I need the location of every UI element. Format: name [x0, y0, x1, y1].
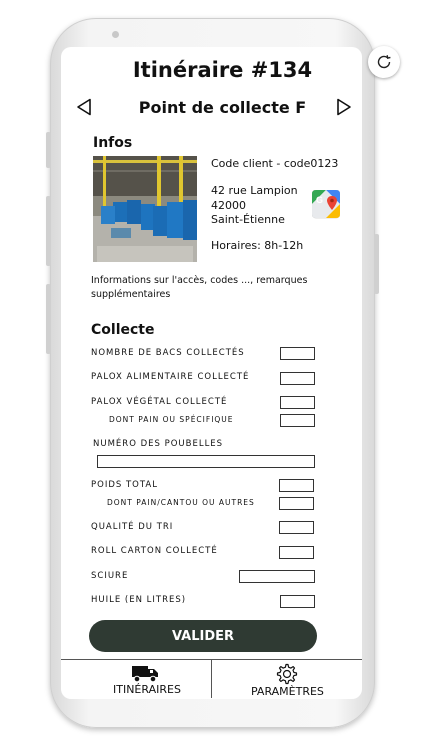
client-code: Code client - code0123: [211, 157, 339, 170]
phone-side-button: [46, 284, 51, 354]
site-photo: [93, 156, 197, 262]
tab-itineraires-label: ITINÉRAIRES: [113, 683, 181, 696]
address-line-3: Saint-Étienne: [211, 213, 285, 226]
address-line-1: 42 rue Lampion: [211, 184, 298, 197]
truck-icon: [132, 666, 158, 683]
opening-hours: Horaires: 8h-12h: [211, 239, 304, 252]
gear-icon: [276, 663, 298, 685]
input-poids-total[interactable]: [279, 479, 314, 492]
label-roll-carton: ROLL CARTON COLLECTÉ: [91, 546, 218, 556]
phone-side-button: [46, 196, 51, 266]
collecte-section-title: Collecte: [91, 322, 155, 338]
svg-text:G: G: [316, 195, 323, 205]
label-huile: HUILE (EN LITRES): [91, 595, 187, 605]
input-huile[interactable]: [280, 595, 315, 608]
tab-parametres[interactable]: PARAMÈTRES: [212, 659, 362, 699]
label-dont-pain-cantou: DONT PAIN/CANTOU OU AUTRES: [107, 498, 255, 507]
access-notes: Informations sur l'accès, codes ..., rem…: [91, 275, 308, 300]
label-palox-vegetal: PALOX VÉGÉTAL COLLECTÉ: [91, 397, 228, 407]
valider-button[interactable]: VALIDER: [89, 620, 317, 652]
input-sciure[interactable]: [239, 570, 315, 583]
input-nb-bacs[interactable]: [280, 347, 315, 360]
input-roll-carton[interactable]: [279, 546, 314, 559]
address-line-2: 42000: [211, 199, 246, 212]
input-numero-poubelles[interactable]: [97, 455, 315, 468]
input-qualite-tri[interactable]: [279, 521, 314, 534]
label-dont-pain: DONT PAIN OU SPÉCIFIQUE: [109, 415, 234, 424]
input-palox-vegetal[interactable]: [280, 396, 315, 409]
label-nb-bacs: NOMBRE DE BACS COLLECTÉS: [91, 348, 245, 358]
tab-itineraires[interactable]: ITINÉRAIRES: [61, 659, 211, 699]
google-maps-icon[interactable]: G: [312, 190, 340, 220]
phone-side-button: [374, 234, 379, 294]
input-dont-pain[interactable]: [280, 414, 315, 427]
label-poids-total: POIDS TOTAL: [91, 480, 158, 490]
label-sciure: SCIURE: [91, 571, 129, 581]
label-qualite-tri: QUALITÉ DU TRI: [91, 522, 174, 532]
collection-point-title: Point de collecte F: [138, 98, 307, 117]
label-palox-alimentaire: PALOX ALIMENTAIRE COLLECTÉ: [91, 372, 250, 382]
input-palox-alimentaire[interactable]: [280, 372, 315, 385]
phone-side-button: [46, 132, 51, 168]
infos-section-title: Infos: [93, 135, 133, 151]
page-title: Itinéraire #134: [132, 58, 313, 82]
input-dont-pain-cantou[interactable]: [279, 497, 314, 510]
phone-camera: [112, 31, 119, 38]
label-numero-poubelles: NUMÉRO DES POUBELLES: [93, 439, 224, 449]
tab-parametres-label: PARAMÈTRES: [251, 685, 324, 698]
